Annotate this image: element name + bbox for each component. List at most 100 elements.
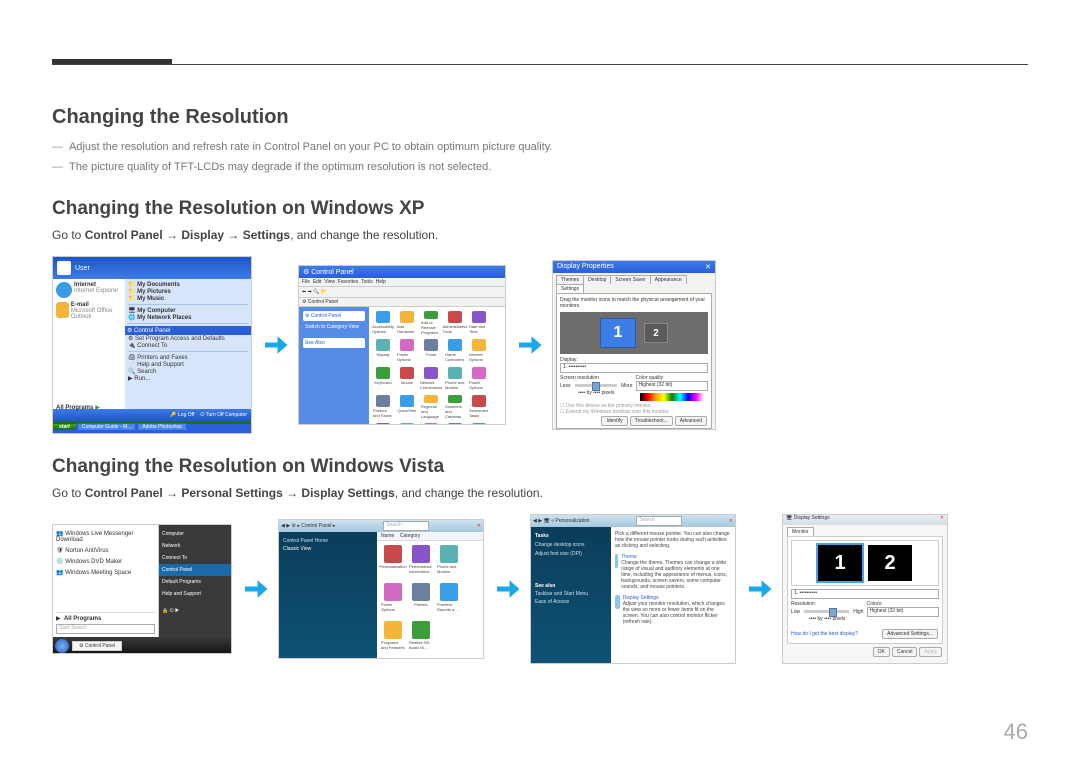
taskbar[interactable]: ⚙ Control Panel	[53, 637, 231, 654]
start-item[interactable]: Default Programs	[162, 576, 228, 588]
all-programs-button[interactable]: ▶ All Programs	[56, 612, 155, 622]
taskbar-item[interactable]: Computer Guide - M...	[77, 423, 136, 431]
breadcrumb[interactable]: « Personalization	[551, 518, 589, 524]
cp-icon[interactable]: Performance Information...	[409, 545, 433, 579]
cp-icon[interactable]: System	[445, 423, 465, 425]
cp-icon[interactable]: Speech	[421, 423, 441, 425]
menu-item[interactable]: View	[324, 279, 335, 285]
cancel-button[interactable]: Cancel	[892, 647, 918, 657]
all-programs-button[interactable]: All Programs ▶	[56, 404, 100, 411]
start-item[interactable]: ❔ Help and Support	[128, 361, 248, 368]
start-item[interactable]: 🖥 My Computer	[128, 307, 248, 314]
logoff-button[interactable]: 🔑 Log Off	[170, 412, 194, 418]
menu-item[interactable]: File	[302, 279, 310, 285]
help-link[interactable]: How do I get the best display?	[791, 631, 858, 637]
tab[interactable]: Desktop	[583, 275, 611, 284]
start-item[interactable]: Network	[162, 540, 228, 552]
cp-icon[interactable]: Internet Options	[469, 339, 489, 363]
cp-icon[interactable]: Network Connections	[421, 367, 441, 391]
start-button[interactable]: start	[53, 424, 76, 430]
cp-icon[interactable]: Programs and Features	[381, 621, 405, 655]
monitor-1[interactable]: 1	[818, 545, 862, 581]
see-also-link[interactable]: Ease of Access	[535, 599, 607, 605]
task-link[interactable]: Adjust font size (DPI)	[535, 551, 607, 557]
cp-icon[interactable]: Personalization	[381, 545, 405, 579]
menu-item[interactable]: Tools	[361, 279, 373, 285]
cp-icon[interactable]: Printers and Faxes	[373, 395, 393, 419]
start-item[interactable]: 🌐 My Network Places	[128, 314, 248, 321]
addressbar[interactable]: ⚙ Control Panel	[299, 298, 505, 307]
monitor-layout[interactable]: 1 2	[560, 312, 708, 354]
taskbar[interactable]: start Computer Guide - M... Adobe Photos…	[53, 421, 251, 433]
start-item[interactable]: 👥 Windows Live Messenger Download	[56, 528, 155, 545]
close-icon[interactable]: ✕	[705, 263, 711, 271]
taskbar-item[interactable]: ⚙ Control Panel	[72, 641, 122, 651]
start-orb[interactable]	[55, 639, 69, 653]
cp-icon[interactable]: Scheduled Tasks	[469, 395, 489, 419]
start-item[interactable]: E-mailMicrosoft Office Outlook	[56, 302, 122, 320]
breadcrumb[interactable]: Control Panel ▸	[301, 523, 335, 529]
monitor-2[interactable]: 2	[644, 323, 668, 343]
start-item[interactable]: ⚙ Set Program Access and Defaults	[128, 335, 248, 342]
start-item[interactable]: 🔌 Connect To	[128, 342, 248, 349]
start-item[interactable]: 📁 My Music	[128, 295, 248, 302]
menu-item[interactable]: Help	[376, 279, 386, 285]
close-icon[interactable]: ✕	[940, 515, 944, 525]
monitor-layout[interactable]: 1 2	[791, 540, 939, 586]
menubar[interactable]: File Edit View Favorites Tools Help	[299, 278, 505, 287]
cp-icon[interactable]: Game Controllers	[445, 339, 465, 363]
cp-icon[interactable]: Date and Time	[469, 311, 489, 335]
cp-icon[interactable]: Administrative Tools	[445, 311, 465, 335]
task-link[interactable]: Change desktop icons	[535, 542, 607, 548]
cp-icon[interactable]: Keyboard	[373, 367, 393, 391]
start-item[interactable]: 💿 Windows DVD Maker	[56, 556, 155, 567]
color-dropdown[interactable]: Highest (32 bit)	[867, 607, 940, 617]
start-item-highlight[interactable]: Control Panel	[159, 564, 231, 576]
cp-icon[interactable]: QuickTime	[397, 395, 417, 419]
search-input[interactable]: Search	[383, 521, 429, 531]
cp-icon[interactable]: Add or Remove Programs	[421, 311, 441, 335]
tab[interactable]: Monitor	[787, 527, 814, 536]
apply-button[interactable]: Apply	[919, 647, 942, 657]
start-item[interactable]: 👥 Windows Meeting Space	[56, 567, 155, 578]
tab[interactable]: Appearance	[650, 275, 687, 284]
display-dropdown[interactable]: 1. ••••••••••	[560, 363, 708, 373]
cp-icon[interactable]: Printers	[409, 583, 433, 617]
cp-icon[interactable]: Display	[373, 339, 393, 363]
menu-item[interactable]: Edit	[313, 279, 322, 285]
cp-icon[interactable]: Fonts	[421, 339, 441, 363]
side-link[interactable]: Switch to Category View	[303, 324, 365, 330]
cp-icon[interactable]: Regional and Language	[421, 395, 441, 419]
cp-icon[interactable]: Add Hardware	[397, 311, 417, 335]
color-dropdown[interactable]: Highest (32 bit)	[636, 381, 709, 391]
menu-item[interactable]: Favorites	[338, 279, 359, 285]
tab[interactable]: Themes	[556, 275, 584, 284]
monitor-2[interactable]: 2	[868, 545, 912, 581]
start-item[interactable]: 📁 My Pictures	[128, 288, 248, 295]
start-item[interactable]: 📁 My Documents	[128, 281, 248, 288]
start-search[interactable]: Start Search	[56, 624, 155, 634]
start-item[interactable]: Computer	[162, 528, 228, 540]
cp-icon[interactable]: Power Options	[381, 583, 405, 617]
start-item[interactable]: 🔍 Search	[128, 368, 248, 375]
shutdown-button[interactable]: ⏻ Turn Off Computer	[200, 412, 247, 418]
search-input[interactable]: Search	[636, 516, 682, 526]
tab[interactable]: Settings	[556, 284, 584, 293]
start-item[interactable]: Connect To	[162, 552, 228, 564]
ok-button[interactable]: OK	[873, 647, 890, 657]
cp-icon[interactable]: Accessibility Options	[373, 311, 393, 335]
start-item[interactable]: InternetInternet Explorer	[56, 282, 122, 298]
advanced-button[interactable]: Advanced	[675, 416, 707, 426]
cp-icon[interactable]: Phone and Modem	[445, 367, 465, 391]
cp-icon[interactable]: Power Options	[469, 367, 489, 391]
close-icon[interactable]: ✕	[477, 523, 481, 529]
start-item[interactable]: 🛡 Norton AntiVirus	[56, 545, 155, 556]
monitor-1[interactable]: 1	[600, 318, 636, 348]
cp-icon[interactable]: Phone and Modem ...	[437, 545, 461, 579]
cp-icon[interactable]: Realtek HD Audio M...	[409, 621, 433, 655]
start-item-highlight[interactable]: ⚙ Control Panel	[125, 326, 251, 335]
cp-icon[interactable]: Mouse	[397, 367, 417, 391]
cp-icon[interactable]: Security Center	[373, 423, 393, 425]
see-also-link[interactable]: Taskbar and Start Menu	[535, 591, 607, 597]
cp-icon[interactable]: Taskbar and Start Menu	[469, 423, 489, 425]
